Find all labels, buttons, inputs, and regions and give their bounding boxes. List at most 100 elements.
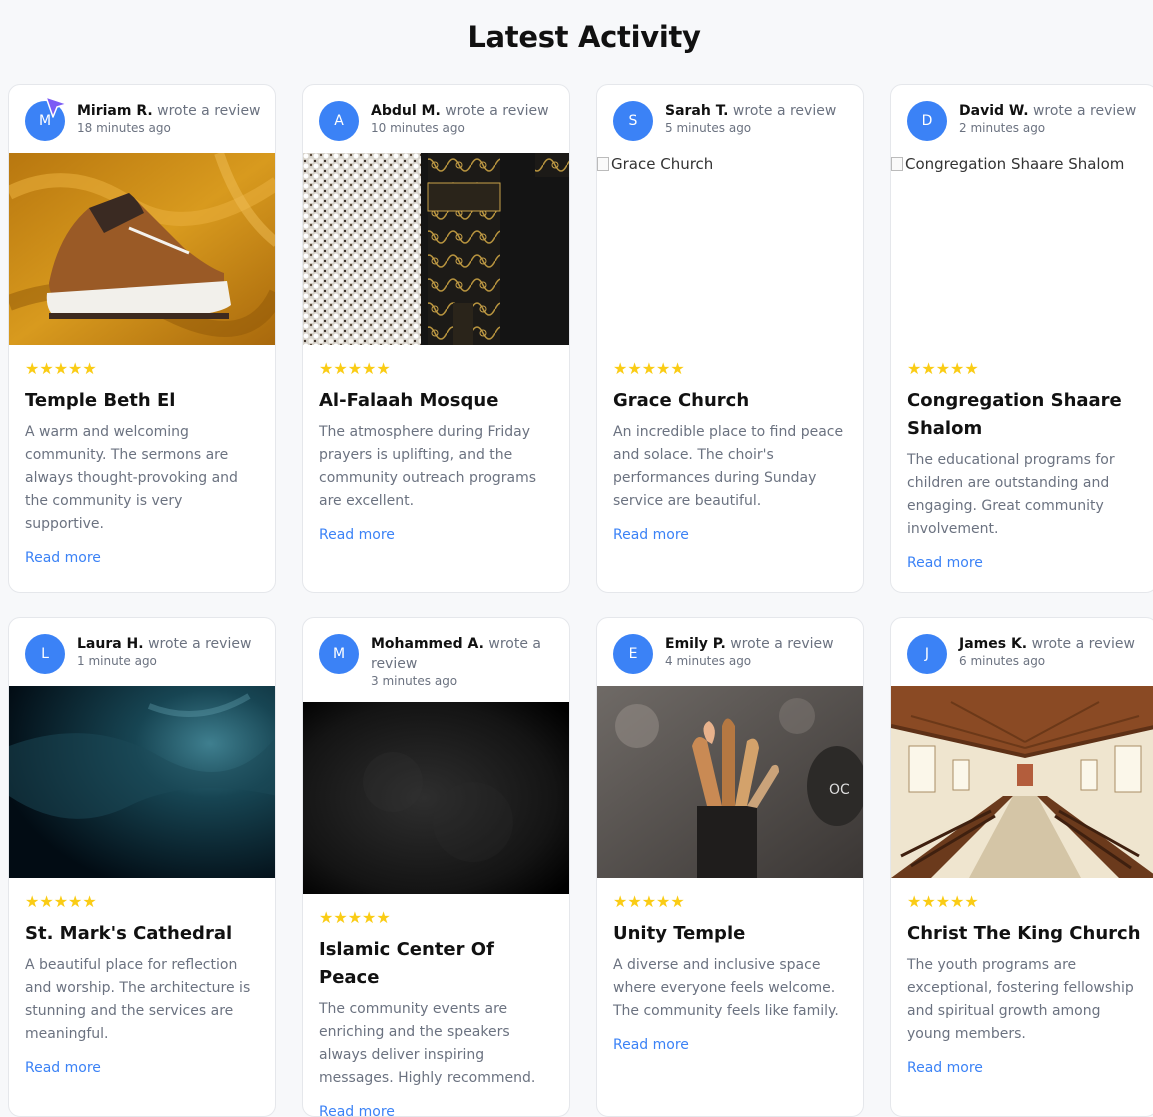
action-label: wrote a review <box>730 636 834 652</box>
user-name[interactable]: Emily P. <box>665 636 726 652</box>
action-label: wrote a review <box>732 103 837 119</box>
review-text: The atmosphere during Friday prayers is … <box>319 424 537 509</box>
review-image[interactable]: Grace Church <box>597 153 863 345</box>
star-rating: ★★★★★ <box>613 359 685 378</box>
read-more-link[interactable]: Read more <box>907 555 983 571</box>
review-card: J James K. wrote a review 6 minutes ago <box>890 617 1153 1117</box>
sneaker-photo-image <box>9 153 275 345</box>
card-header: J James K. wrote a review 6 minutes ago <box>891 618 1153 686</box>
timestamp: 3 minutes ago <box>371 674 458 688</box>
review-text: A warm and welcoming community. The serm… <box>25 424 238 532</box>
timestamp: 10 minutes ago <box>371 121 465 135</box>
read-more-link[interactable]: Read more <box>319 1104 395 1116</box>
star-rating: ★★★★★ <box>907 892 979 911</box>
activity-text: Abdul M. wrote a review 10 minutes ago <box>371 101 557 135</box>
cursor-pointer-icon <box>45 96 68 118</box>
action-label: wrote a review <box>445 103 549 119</box>
avatar: M <box>319 634 359 674</box>
user-name[interactable]: Abdul M. <box>371 103 441 119</box>
user-name[interactable]: Laura H. <box>77 636 144 652</box>
timestamp: 2 minutes ago <box>959 121 1046 135</box>
user-name[interactable]: David W. <box>959 103 1029 119</box>
card-header: D David W. wrote a review 2 minutes ago <box>891 85 1153 153</box>
place-title: Unity Temple <box>613 923 746 944</box>
review-text: A diverse and inclusive space where ever… <box>613 957 839 1019</box>
svg-text:OC: OC <box>829 782 850 798</box>
dark-sky-photo-image <box>9 686 275 878</box>
read-more-link[interactable]: Read more <box>613 527 689 543</box>
card-body: ★★★★★ Unity Temple A diverse and inclusi… <box>597 878 863 1054</box>
timestamp: 18 minutes ago <box>77 121 171 135</box>
timestamp: 5 minutes ago <box>665 121 752 135</box>
card-body: ★★★★★ St. Mark's Cathedral A beautiful p… <box>9 878 275 1077</box>
review-image[interactable]: OC <box>597 686 863 878</box>
card-body: ★★★★★ Congregation Shaare Shalom The edu… <box>891 345 1153 572</box>
action-label: wrote a review <box>1031 636 1135 652</box>
review-card: S Sarah T. wrote a review 5 minutes ago … <box>596 84 864 593</box>
star-rating: ★★★★★ <box>319 908 391 927</box>
kaaba-photo-image <box>303 153 569 345</box>
read-more-link[interactable]: Read more <box>907 1060 983 1076</box>
broken-image-icon <box>891 157 903 171</box>
review-image[interactable] <box>9 153 275 345</box>
user-name[interactable]: James K. <box>959 636 1027 652</box>
avatar: S <box>613 101 653 141</box>
avatar: L <box>25 634 65 674</box>
card-body: ★★★★★ Grace Church An incredible place t… <box>597 345 863 544</box>
user-name[interactable]: Mohammed A. <box>371 636 484 652</box>
action-label: wrote a review <box>148 636 252 652</box>
review-image[interactable] <box>891 686 1153 878</box>
review-text: The community events are enriching and t… <box>319 1001 536 1086</box>
review-card: D David W. wrote a review 2 minutes ago … <box>890 84 1153 593</box>
read-more-link[interactable]: Read more <box>25 550 101 566</box>
place-title: Christ The King Church <box>907 923 1141 944</box>
activity-text: Laura H. wrote a review 1 minute ago <box>77 634 263 668</box>
avatar: J <box>907 634 947 674</box>
action-label: wrote a review <box>1032 103 1137 119</box>
card-header: M Miriam R. wrote a review 18 minutes ag… <box>9 85 275 153</box>
review-card: M Mohammed A. wrote a review 3 minutes a… <box>302 617 570 1117</box>
place-title: Grace Church <box>613 390 750 411</box>
user-name[interactable]: Miriam R. <box>77 103 153 119</box>
card-body: ★★★★★ Temple Beth El A warm and welcomin… <box>9 345 275 567</box>
broken-image-icon <box>597 157 609 171</box>
card-body: ★★★★★ Christ The King Church The youth p… <box>891 878 1153 1077</box>
review-image[interactable] <box>303 153 569 345</box>
page-title: Latest Activity <box>467 20 701 55</box>
star-rating: ★★★★★ <box>25 359 97 378</box>
user-name[interactable]: Sarah T. <box>665 103 728 119</box>
star-rating: ★★★★★ <box>25 892 97 911</box>
place-title: Congregation Shaare Shalom <box>907 390 1122 439</box>
review-text: An incredible place to find peace and so… <box>613 424 844 509</box>
activity-text: Mohammed A. wrote a review 3 minutes ago <box>371 634 557 688</box>
review-card: M Miriam R. wrote a review 18 minutes ag… <box>8 84 276 593</box>
card-header: L Laura H. wrote a review 1 minute ago <box>9 618 275 686</box>
place-title: Temple Beth El <box>25 390 176 411</box>
review-text: The educational programs for children ar… <box>907 452 1115 537</box>
card-header: S Sarah T. wrote a review 5 minutes ago <box>597 85 863 153</box>
card-header: M Mohammed A. wrote a review 3 minutes a… <box>303 618 569 702</box>
timestamp: 4 minutes ago <box>665 654 752 668</box>
activity-text: Sarah T. wrote a review 5 minutes ago <box>665 101 851 135</box>
card-body: ★★★★★ Al-Falaah Mosque The atmosphere du… <box>303 345 569 544</box>
action-label: wrote a review <box>157 103 261 119</box>
read-more-link[interactable]: Read more <box>319 527 395 543</box>
place-title: St. Mark's Cathedral <box>25 923 233 944</box>
avatar: D <box>907 101 947 141</box>
read-more-link[interactable]: Read more <box>613 1037 689 1053</box>
dark-texture-photo-image <box>303 702 569 894</box>
activity-text: Emily P. wrote a review 4 minutes ago <box>665 634 851 668</box>
read-more-link[interactable]: Read more <box>25 1060 101 1076</box>
review-card: L Laura H. wrote a review 1 minute ago ★… <box>8 617 276 1117</box>
place-title: Al-Falaah Mosque <box>319 390 499 411</box>
review-image[interactable] <box>303 702 569 894</box>
review-card: E Emily P. wrote a review 4 minutes ago … <box>596 617 864 1117</box>
review-text: The youth programs are exceptional, fost… <box>907 957 1134 1042</box>
review-text: A beautiful place for reflection and wor… <box>25 957 251 1042</box>
star-rating: ★★★★★ <box>319 359 391 378</box>
avatar: A <box>319 101 359 141</box>
review-image[interactable]: Congregation Shaare Shalom <box>891 153 1153 345</box>
avatar: E <box>613 634 653 674</box>
image-alt-text: Congregation Shaare Shalom <box>891 155 1124 173</box>
review-image[interactable] <box>9 686 275 878</box>
